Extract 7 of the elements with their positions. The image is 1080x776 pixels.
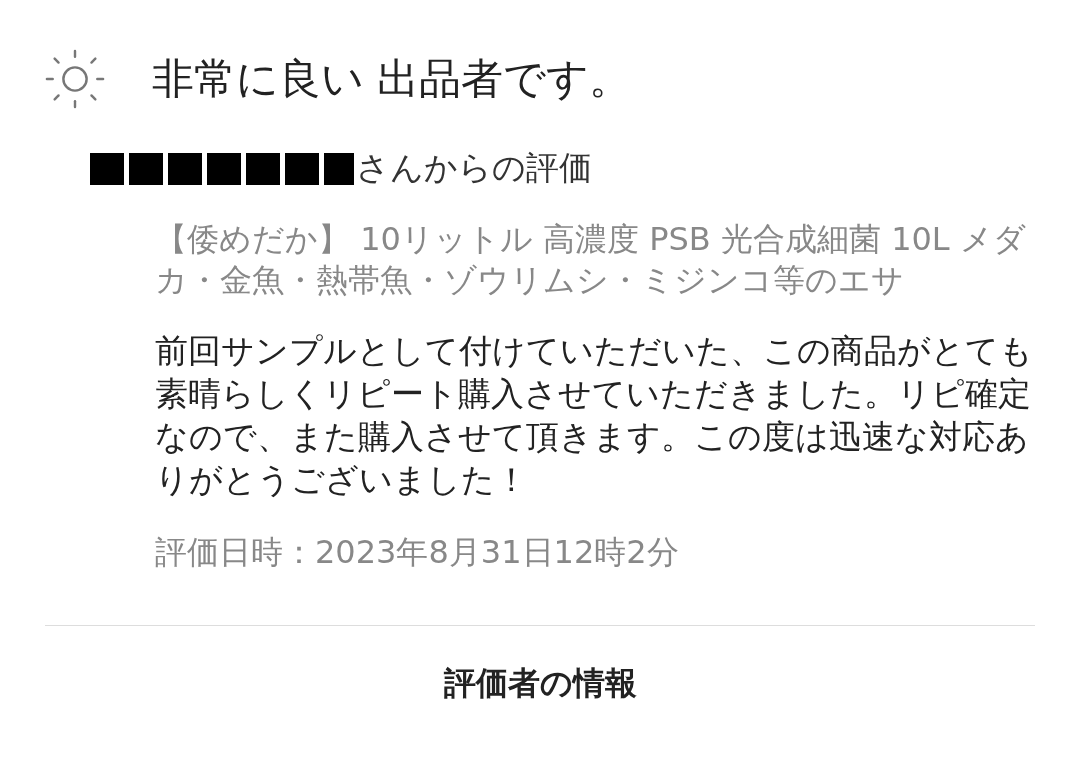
rating-label: 非常に良い 出品者です。: [152, 53, 632, 105]
reviewer-label: さんからの評価: [356, 147, 592, 189]
product-title: 【倭めだか】 10リットル 高濃度 PSB 光合成細菌 10L メダカ・金魚・熱帯魚・ゾウリムシ・ミジンコ等のエサ: [155, 219, 1027, 301]
review-date: 評価日時：2023年8月31日12時2分: [155, 532, 680, 573]
review-comment: 前回サンプルとして付けていただいた、この商品がとても素晴らしくリピート購入させていただきました。リピ確定なので、また購入させて頂きます。この度は迅速な対応ありがとうございました！: [155, 330, 1034, 501]
section-heading: 評価者の情報: [442, 663, 638, 704]
sun-icon: [44, 48, 106, 110]
